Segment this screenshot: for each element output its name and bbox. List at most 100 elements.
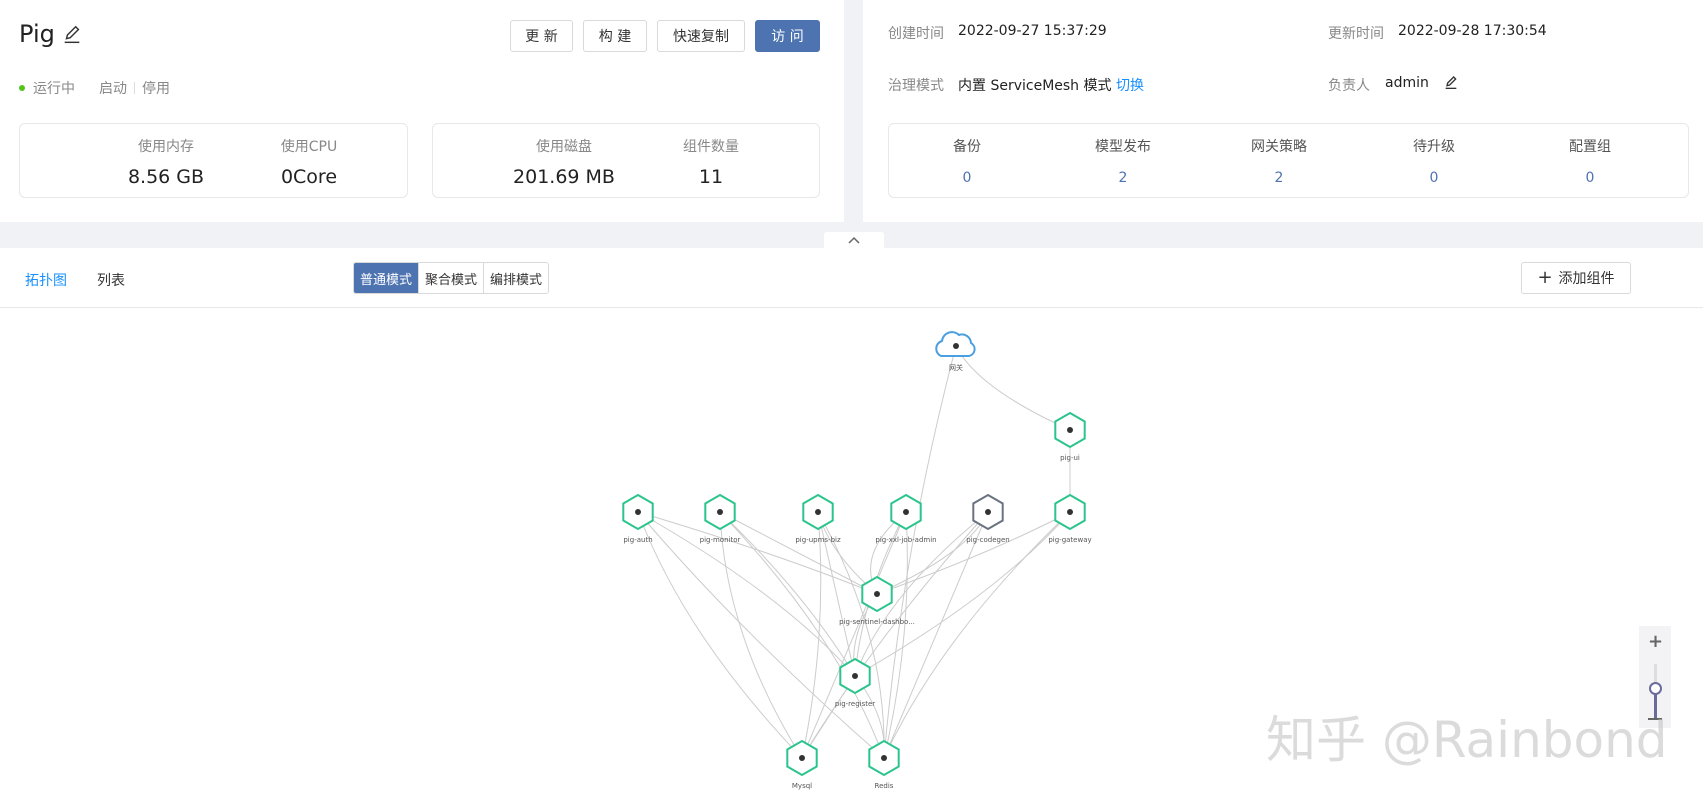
chevron-up-icon [848, 236, 860, 244]
disk-value: 201.69 MB [513, 166, 615, 188]
node-label: 网关 [949, 363, 963, 372]
node-center-dot [874, 591, 880, 597]
owner-label: 负责人 [1328, 78, 1370, 94]
start-link[interactable]: 启动 [99, 78, 127, 98]
count-value: 2 [1118, 170, 1128, 186]
collapse-toggle[interactable] [824, 232, 884, 248]
edges-layer [637, 345, 1071, 759]
count-label: 备份 [953, 139, 981, 155]
count-value: 2 [1274, 170, 1284, 186]
orchestrate-mode-button[interactable]: 编排模式 [484, 263, 549, 293]
components-label: 组件数量 [683, 139, 739, 155]
backup-count[interactable]: 备份 0 [889, 136, 1045, 186]
topology-node-gateway-cloud[interactable]: 网关 [935, 331, 976, 372]
node-center-dot [1067, 509, 1073, 515]
mode-switch: 普通模式 聚合模式 编排模式 [353, 262, 550, 294]
node-label: pig-auth [623, 536, 652, 544]
disk-label: 使用磁盘 [536, 139, 592, 155]
owner-value: admin [1385, 75, 1429, 91]
topology-node-pig-monitor[interactable]: pig-monitor [700, 493, 741, 544]
topology-node-pig-codegen[interactable]: pig-codegen [966, 493, 1010, 544]
memory-label: 使用内存 [138, 139, 194, 155]
count-value: 0 [1585, 170, 1595, 186]
action-divider [134, 82, 135, 94]
app-overview-panel: Pig 更 新 构 建 快速复制 访 问 运行中 启动 停用 使用内存 8.56… [0, 0, 844, 222]
node-label: pig-gateway [1048, 536, 1091, 544]
add-component-label: 添加组件 [1558, 271, 1615, 287]
governance-switch-link[interactable]: 切换 [1116, 78, 1144, 94]
add-component-button[interactable]: + 添加组件 [1521, 262, 1631, 294]
status-dot [19, 85, 25, 91]
config-group-count[interactable]: 配置组 0 [1512, 136, 1668, 186]
app-title: Pig [19, 20, 55, 48]
memory-value: 8.56 GB [127, 166, 205, 188]
status-text: 运行中 [33, 81, 75, 97]
node-center-dot [635, 509, 641, 515]
node-label: pig-codegen [966, 536, 1009, 544]
node-center-dot [953, 343, 959, 349]
node-label: pig-sentinel-dashbo... [839, 618, 915, 626]
node-center-dot [985, 509, 991, 515]
update-button[interactable]: 更 新 [510, 20, 573, 52]
watermark: 知乎 @Rainbond [1266, 711, 1668, 769]
visit-button[interactable]: 访 问 [755, 20, 820, 52]
count-value: 0 [962, 170, 972, 186]
topology-node-mysql[interactable]: Mysql [786, 739, 818, 790]
counts-card: 备份 0 模型发布 2 网关策略 2 待升级 0 配置组 0 [888, 123, 1689, 198]
zoom-slider-handle[interactable] [1649, 682, 1662, 695]
storage-card: 使用磁盘 201.69 MB 组件数量 11 [432, 123, 820, 198]
count-label: 模型发布 [1095, 139, 1151, 155]
disk-stat: 使用磁盘 201.69 MB [494, 136, 634, 188]
topology-node-pig-gateway[interactable]: pig-gateway [1048, 493, 1092, 544]
node-center-dot [717, 509, 723, 515]
topology-node-redis[interactable]: Redis [868, 739, 900, 790]
topology-edge [801, 511, 989, 759]
quick-copy-button[interactable]: 快速复制 [657, 20, 745, 52]
topology-edge [719, 511, 878, 595]
components-value: 11 [698, 166, 724, 188]
node-center-dot [799, 755, 805, 761]
governance-value: 内置 ServiceMesh 模式 切换 [958, 75, 1144, 95]
aggregate-mode-button[interactable]: 聚合模式 [419, 263, 485, 293]
topology-edge [883, 345, 957, 759]
topology-edge [876, 511, 989, 595]
count-label: 待升级 [1413, 139, 1455, 155]
model-release-count[interactable]: 模型发布 2 [1045, 136, 1201, 186]
topology-edge [883, 511, 989, 759]
created-label: 创建时间 [888, 26, 944, 42]
count-label: 网关策略 [1251, 139, 1307, 155]
build-button[interactable]: 构 建 [583, 20, 647, 52]
node-center-dot [852, 673, 858, 679]
edit-owner-icon[interactable] [1443, 75, 1459, 91]
governance-label: 治理模式 [888, 78, 944, 94]
edit-name-icon[interactable] [61, 24, 83, 46]
topology-edge [719, 511, 885, 759]
node-center-dot [881, 755, 887, 761]
normal-mode-button[interactable]: 普通模式 [354, 263, 420, 293]
node-label: pig-xxl-job-admin [875, 536, 936, 544]
tab-list[interactable]: 列表 [97, 270, 125, 290]
node-label: Mysql [792, 782, 812, 790]
node-label: pig-upms-biz [795, 536, 841, 544]
node-label: Redis [875, 782, 894, 790]
updated-value: 2022-09-28 17:30:54 [1398, 23, 1547, 39]
topology-node-pig-auth[interactable]: pig-auth [622, 493, 654, 544]
node-center-dot [903, 509, 909, 515]
cpu-label: 使用CPU [280, 139, 338, 155]
memory-stat: 使用内存 8.56 GB [96, 136, 236, 188]
components-stat: 组件数量 11 [641, 136, 781, 188]
created-value: 2022-09-27 15:37:29 [958, 23, 1107, 39]
topology-node-pig-ui[interactable]: pig-ui [1054, 411, 1086, 462]
resource-card: 使用内存 8.56 GB 使用CPU 0Core [19, 123, 408, 198]
topology-node-pig-upms-biz[interactable]: pig-upms-biz [795, 493, 841, 544]
topology-node-pig-xxl-job-admin[interactable]: pig-xxl-job-admin [875, 493, 937, 544]
stop-link[interactable]: 停用 [142, 78, 170, 98]
topology-node-pig-register[interactable]: pig-register [835, 657, 875, 708]
node-label: pig-register [835, 700, 875, 708]
node-label: pig-monitor [700, 536, 741, 544]
tab-topology[interactable]: 拓扑图 [25, 270, 67, 290]
gateway-policy-count[interactable]: 网关策略 2 [1201, 136, 1357, 186]
topology-edge [801, 511, 907, 759]
zoom-in-icon[interactable]: + [1648, 631, 1663, 652]
pending-upgrade-count[interactable]: 待升级 0 [1356, 136, 1512, 186]
